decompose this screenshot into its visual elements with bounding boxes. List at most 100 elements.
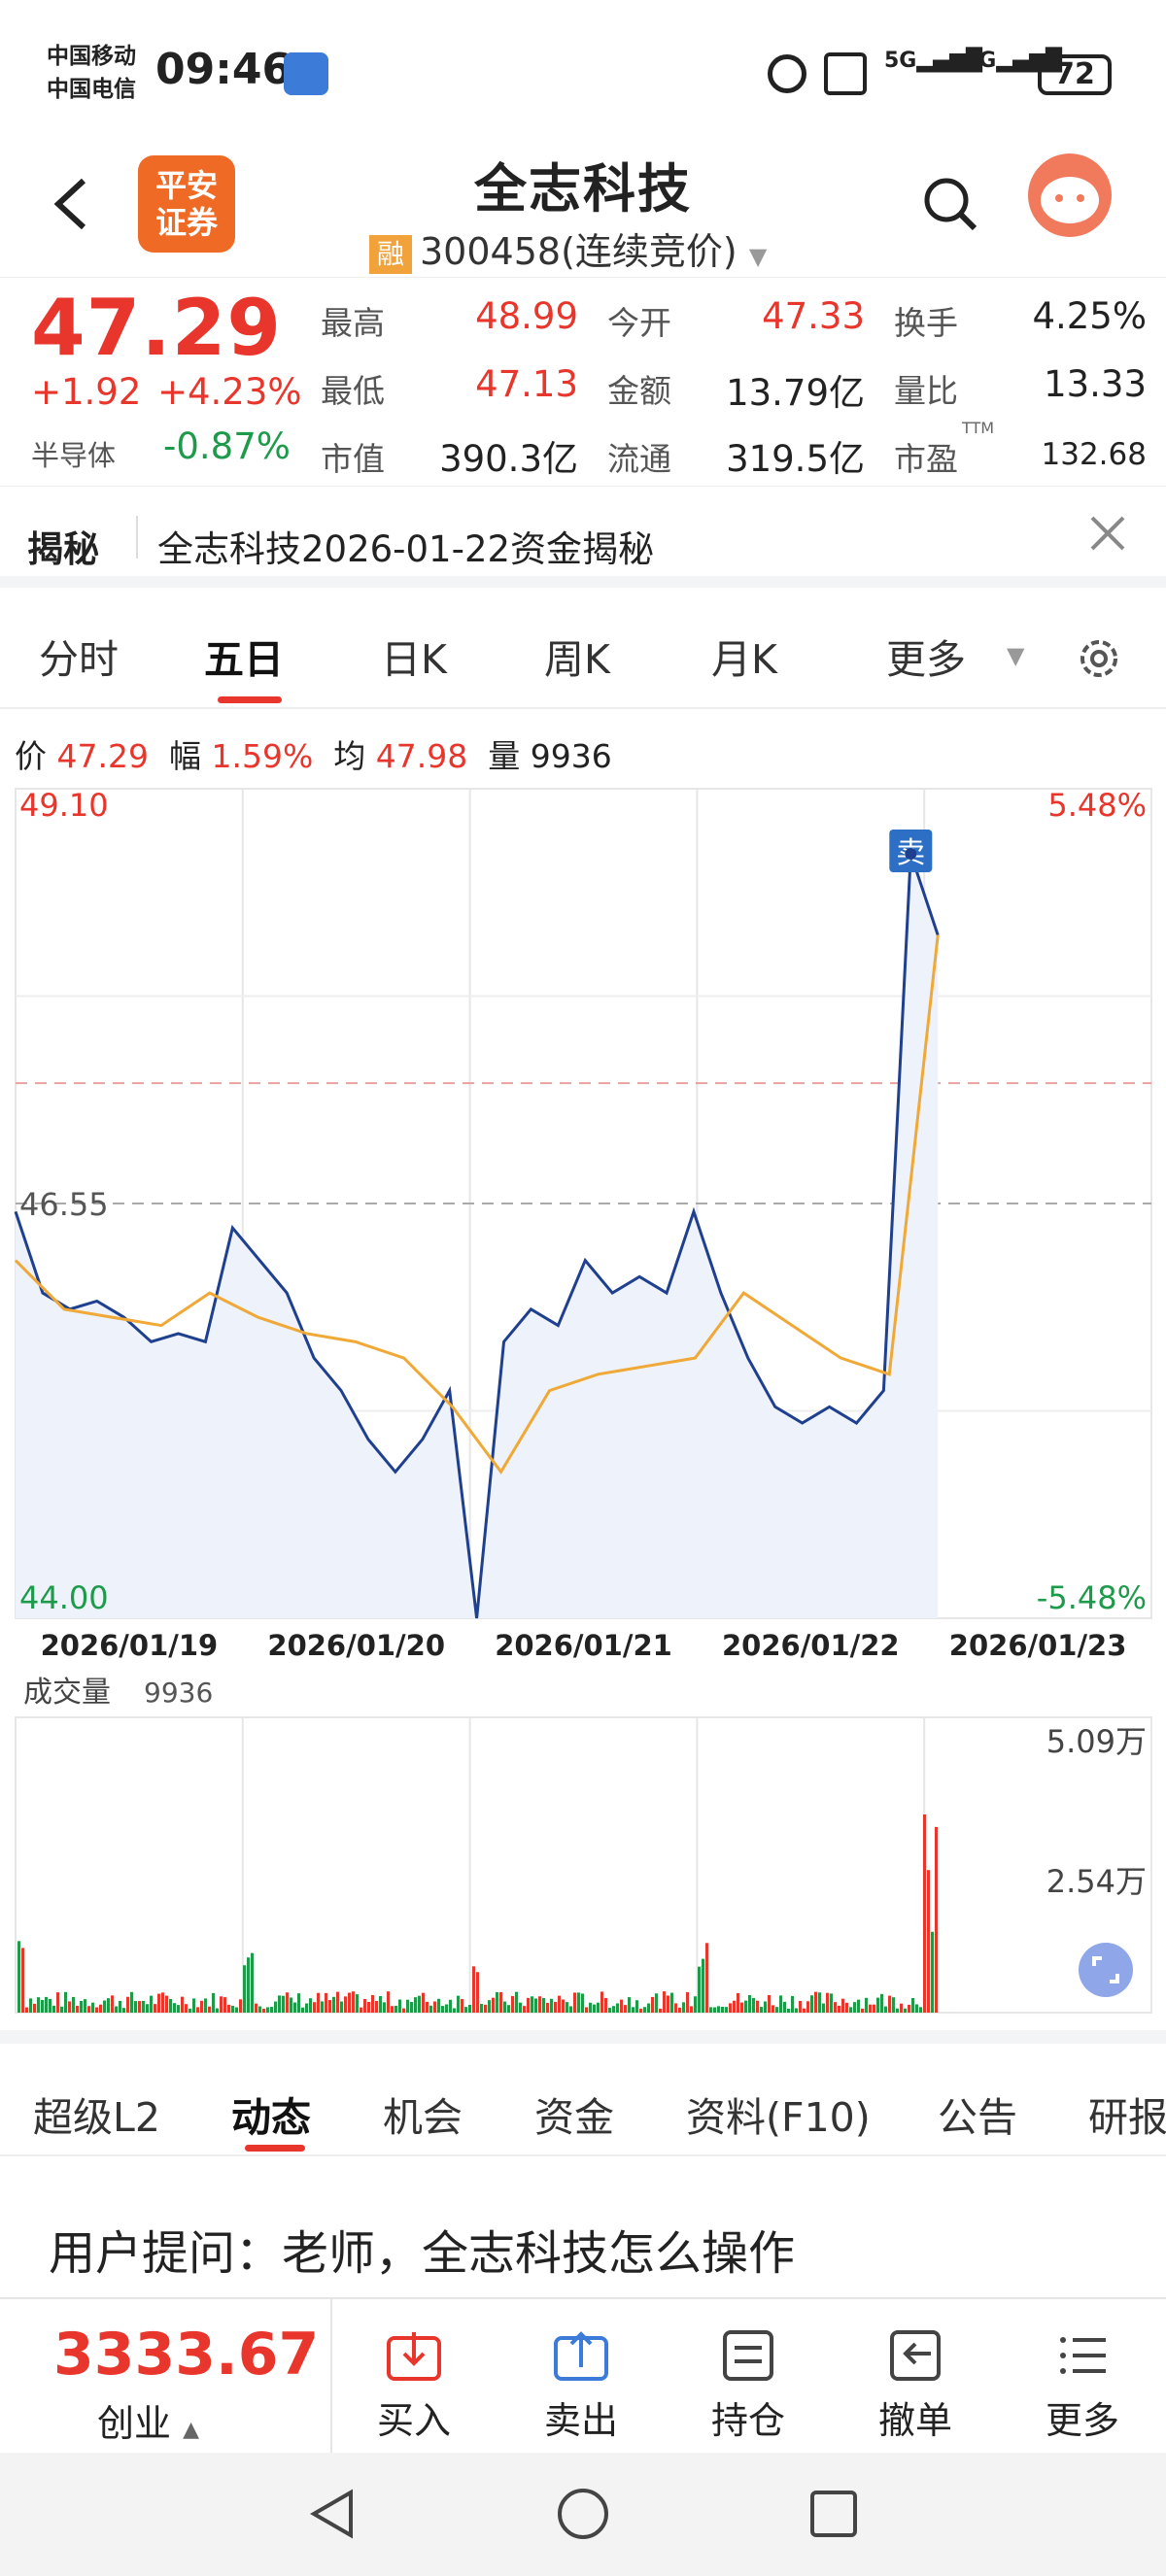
tab-monthly-k[interactable]: 月K: [711, 627, 777, 685]
nav-back-icon[interactable]: [306, 2487, 360, 2541]
nav-recents-icon[interactable]: [806, 2487, 861, 2541]
y-min-label: 44.00: [19, 1579, 109, 1616]
volume-bar: [464, 2007, 467, 2013]
volume-bar: [721, 2006, 724, 2013]
volume-bar: [231, 2005, 234, 2013]
assistant-avatar[interactable]: [1028, 153, 1112, 237]
nav-home-icon[interactable]: [556, 2487, 610, 2541]
volume-bar: [534, 1998, 537, 2013]
info-vol-label: 量: [488, 737, 521, 775]
volume-bar: [208, 2006, 211, 2013]
tab-announcement[interactable]: 公告: [938, 2085, 1017, 2143]
volume-bar: [177, 2005, 180, 2013]
buy-button[interactable]: 买入: [346, 2328, 482, 2444]
crosshair-info: 价 47.29 幅 1.59% 均 47.98 量 9936: [15, 730, 612, 777]
index-name[interactable]: 创业 ▲: [97, 2393, 199, 2447]
price-area-fill: [16, 853, 939, 1618]
info-avg-label: 均: [333, 737, 366, 775]
cancel-order-button[interactable]: 撤单: [847, 2328, 983, 2444]
volume-bar: [87, 2006, 90, 2013]
dropdown-triangle-icon: ▼: [748, 243, 768, 270]
field-value-float: 319.5亿: [726, 438, 865, 480]
close-button[interactable]: [1088, 514, 1127, 553]
volume-bar: [841, 1998, 844, 2013]
tab-intraday[interactable]: 分时: [39, 627, 119, 685]
volume-bar: [126, 1996, 129, 2013]
volume-bar: [659, 2008, 662, 2013]
field-value-volume-ratio: 13.33: [1044, 363, 1147, 405]
volume-bar: [422, 1992, 425, 2013]
volume-bar: [321, 2001, 324, 2013]
volume-bar: [305, 2003, 308, 2013]
tab-more[interactable]: 更多: [886, 627, 966, 685]
vibrate-icon: [824, 52, 867, 95]
volume-bar: [554, 2001, 557, 2013]
volume-bar: [838, 2005, 840, 2013]
volume-bar: [461, 1999, 463, 2013]
tab-daily-k[interactable]: 日K: [381, 627, 447, 685]
tab-f10[interactable]: 资料(F10): [686, 2085, 871, 2143]
volume-bar: [806, 2001, 809, 2013]
volume-bar: [523, 2006, 526, 2013]
sell-button[interactable]: 卖出: [513, 2328, 649, 2444]
sell-icon: [554, 2331, 608, 2381]
volume-bar: [635, 2000, 638, 2013]
sell-marker-dot: [905, 847, 917, 860]
volume-bar: [705, 1943, 708, 2013]
more-button[interactable]: 更多: [1014, 2328, 1150, 2444]
tab-five-day[interactable]: 五日: [204, 627, 284, 685]
volume-bar: [293, 2002, 296, 2013]
volume-bar: [344, 1996, 347, 2013]
volume-bar: [600, 1991, 603, 2013]
volume-bar: [639, 2008, 642, 2013]
sector-label[interactable]: 半导体: [31, 433, 116, 474]
search-button[interactable]: [921, 175, 979, 233]
volume-bar: [562, 1999, 565, 2013]
volume-bar: [764, 2001, 767, 2013]
volume-bar: [892, 1997, 895, 2013]
tab-funds[interactable]: 资金: [534, 2085, 614, 2143]
volume-bar: [111, 1995, 114, 2013]
field-label-mktcap: 市值: [321, 440, 385, 478]
volume-bar: [266, 2007, 269, 2013]
volume-bar: [725, 2007, 728, 2013]
volume-bar: [340, 2001, 343, 2013]
stock-subtitle[interactable]: 融 300458(连续竞价) ▼: [369, 221, 767, 275]
volume-bar: [251, 1952, 254, 2013]
positions-button[interactable]: 持仓: [680, 2328, 816, 2444]
caret-up-icon: ▲: [183, 2418, 200, 2442]
volume-bar: [861, 2008, 864, 2013]
volume-bar: [173, 2003, 176, 2013]
info-amp-label: 幅: [168, 737, 201, 775]
field-label-open: 今开: [607, 304, 671, 342]
index-value[interactable]: 3333.67: [53, 2321, 319, 2389]
volume-bar: [130, 1991, 133, 2013]
chart-settings-button[interactable]: [1075, 634, 1123, 683]
volume-bar: [713, 2007, 716, 2013]
tab-research[interactable]: 研报: [1088, 2085, 1166, 2143]
volume-bar: [371, 1994, 374, 2013]
app-notification-icon: [284, 52, 328, 95]
index-name-text: 创业: [97, 2402, 172, 2445]
volume-bar: [449, 1999, 452, 2013]
user-question-title[interactable]: 用户提问：老师，全志科技怎么操作: [49, 2215, 795, 2283]
volume-bar: [95, 2007, 98, 2013]
volume-bar: [414, 1997, 417, 2013]
volume-bar: [799, 2001, 802, 2013]
volume-max-label: 5.09万: [1046, 1723, 1147, 1760]
volume-bar: [488, 2000, 491, 2013]
volume-bar: [682, 2002, 685, 2013]
volume-bar: [538, 1996, 541, 2013]
tab-news-feed[interactable]: 动态: [231, 2085, 311, 2143]
tab-weekly-k[interactable]: 周K: [544, 627, 610, 685]
volume-panel-frame: [15, 1716, 1152, 2014]
volume-bar: [585, 2007, 588, 2013]
volume-bar: [457, 1995, 460, 2013]
tab-opportunity[interactable]: 机会: [383, 2085, 463, 2143]
tab-super-l2[interactable]: 超级L2: [33, 2085, 160, 2143]
volume-bar: [593, 2004, 596, 2013]
date-label: 2026/01/21: [495, 1629, 672, 1662]
five-day-chart[interactable]: 卖49.1046.5544.005.48%-5.48%2026/01/19202…: [0, 777, 1166, 2030]
volume-bar: [527, 1997, 530, 2013]
fund-reveal-bar[interactable]: 揭秘 全志科技2026-01-22资金揭秘: [0, 486, 1166, 588]
